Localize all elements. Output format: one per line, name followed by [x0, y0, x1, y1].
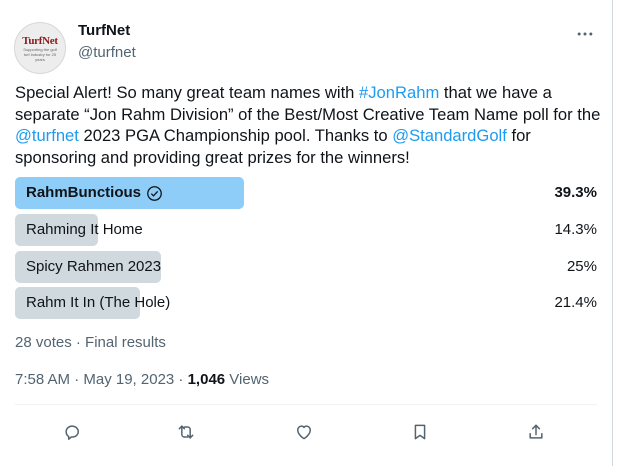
avatar-logo: TurfNet — [22, 34, 58, 47]
action-bar — [0, 418, 612, 446]
poll-option-2: Rahming It Home 14.3% — [15, 214, 597, 246]
views-label: Views — [225, 371, 270, 388]
poll-option-text: Spicy Rahmen 2023 — [26, 258, 162, 275]
poll-option-label: Rahming It Home — [26, 214, 143, 246]
mention-link-turfnet[interactable]: @turfnet — [15, 126, 79, 145]
poll-option-text: RahmBunctious — [26, 184, 142, 201]
poll-option-3: Spicy Rahmen 2023 25% — [15, 251, 597, 283]
poll-option-4: Rahm It In (The Hole) 21.4% — [15, 287, 597, 319]
more-options-icon[interactable] — [570, 24, 600, 44]
hashtag-link[interactable]: #JonRahm — [359, 83, 439, 102]
views-count: 1,046 — [187, 371, 226, 388]
poll-option-percent: 39.3% — [554, 184, 597, 201]
poll-option-label: Spicy Rahmen 2023 — [26, 251, 161, 283]
poll-option-text: Rahm It In (The Hole) — [26, 294, 171, 311]
poll-option-percent: 21.4% — [554, 294, 597, 311]
poll-option-percent: 14.3% — [554, 221, 597, 238]
reply-icon[interactable] — [58, 418, 86, 446]
user-handle[interactable]: @turfnet — [78, 44, 136, 61]
tweet-meta: 7:58 AM · May 19, 2023 · 1,046 Views — [15, 371, 269, 388]
poll-option-text: Rahming It Home — [26, 221, 143, 238]
retweet-icon[interactable] — [172, 418, 200, 446]
tweet-text-part: Special Alert! So many great team names … — [15, 83, 360, 102]
like-icon[interactable] — [290, 418, 318, 446]
tweet-text-part: 2023 PGA Championship pool. Thanks to — [78, 126, 393, 145]
tweet-text: Special Alert! So many great team names … — [15, 82, 605, 168]
timestamp[interactable]: 7:58 AM · May 19, 2023 · — [15, 371, 188, 388]
mention-link-standardgolf[interactable]: @StandardGolf — [392, 126, 507, 145]
checkmark-circle-icon — [147, 185, 162, 201]
tweet-card: TurfNet Supporting the golf turf industr… — [0, 0, 612, 466]
divider — [612, 0, 613, 466]
poll-option-label: Rahm It In (The Hole) — [26, 287, 170, 319]
poll-option-percent: 25% — [566, 258, 597, 275]
avatar-tagline: Supporting the golf turf industry for 25… — [23, 46, 57, 62]
poll-option-1: RahmBunctious 39.3% — [15, 177, 597, 209]
avatar[interactable]: TurfNet Supporting the golf turf industr… — [14, 22, 66, 74]
display-name[interactable]: TurfNet — [78, 22, 130, 39]
bookmark-icon[interactable] — [406, 418, 434, 446]
poll-votes-summary: 28 votes · Final results — [15, 334, 166, 351]
divider — [15, 404, 597, 405]
share-icon[interactable] — [522, 418, 550, 446]
poll-option-label: RahmBunctious — [26, 177, 163, 209]
